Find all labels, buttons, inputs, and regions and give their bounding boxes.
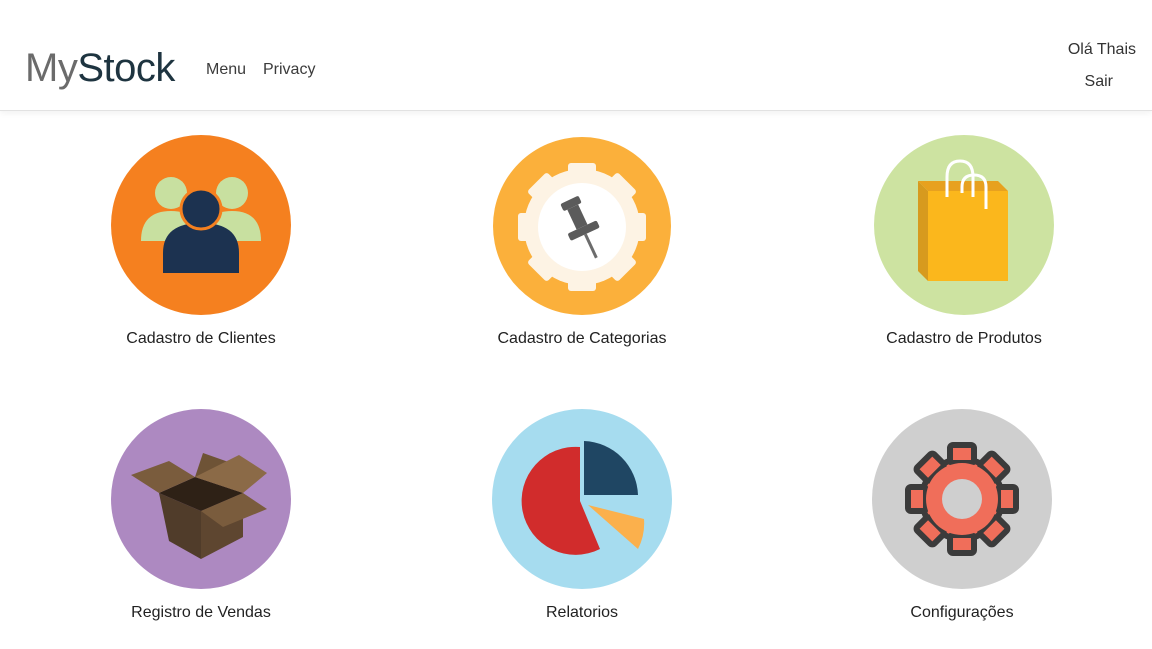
tile-label: Cadastro de Clientes (126, 330, 276, 347)
brand-logo[interactable]: MyStock (25, 44, 175, 92)
logout-link[interactable]: Sair (1085, 73, 1113, 91)
users-icon (111, 135, 291, 315)
tile-relatorios[interactable]: Relatorios (452, 409, 712, 649)
tile-label: Registro de Vendas (131, 604, 271, 621)
tile-label: Configurações (910, 604, 1014, 621)
tile-configuracoes[interactable]: Configurações (832, 409, 1092, 649)
tile-cadastro-produtos[interactable]: Cadastro de Produtos (834, 135, 1094, 375)
tile-label: Cadastro de Produtos (886, 330, 1042, 347)
tile-label: Cadastro de Categorias (497, 330, 667, 347)
shopping-bag-icon (874, 135, 1054, 315)
tile-registro-vendas[interactable]: Registro de Vendas (71, 409, 331, 649)
tile-label: Relatorios (545, 604, 619, 621)
box-icon (111, 409, 291, 589)
navbar: MyStock Menu Privacy Olá Thais Sair (0, 0, 1152, 111)
nav-privacy-link[interactable]: Privacy (263, 61, 315, 79)
brand-part-2: Stock (77, 46, 175, 90)
pushpin-gear-icon (493, 137, 671, 315)
user-greeting: Olá Thais (1067, 41, 1136, 58)
brand-part-1: My (25, 46, 78, 90)
tile-cadastro-clientes[interactable]: Cadastro de Clientes (71, 135, 331, 375)
nav-menu-link[interactable]: Menu (206, 61, 246, 79)
gear-icon (872, 409, 1052, 589)
tile-cadastro-categorias[interactable]: Cadastro de Categorias (452, 135, 712, 375)
pie-chart-icon (492, 409, 672, 589)
